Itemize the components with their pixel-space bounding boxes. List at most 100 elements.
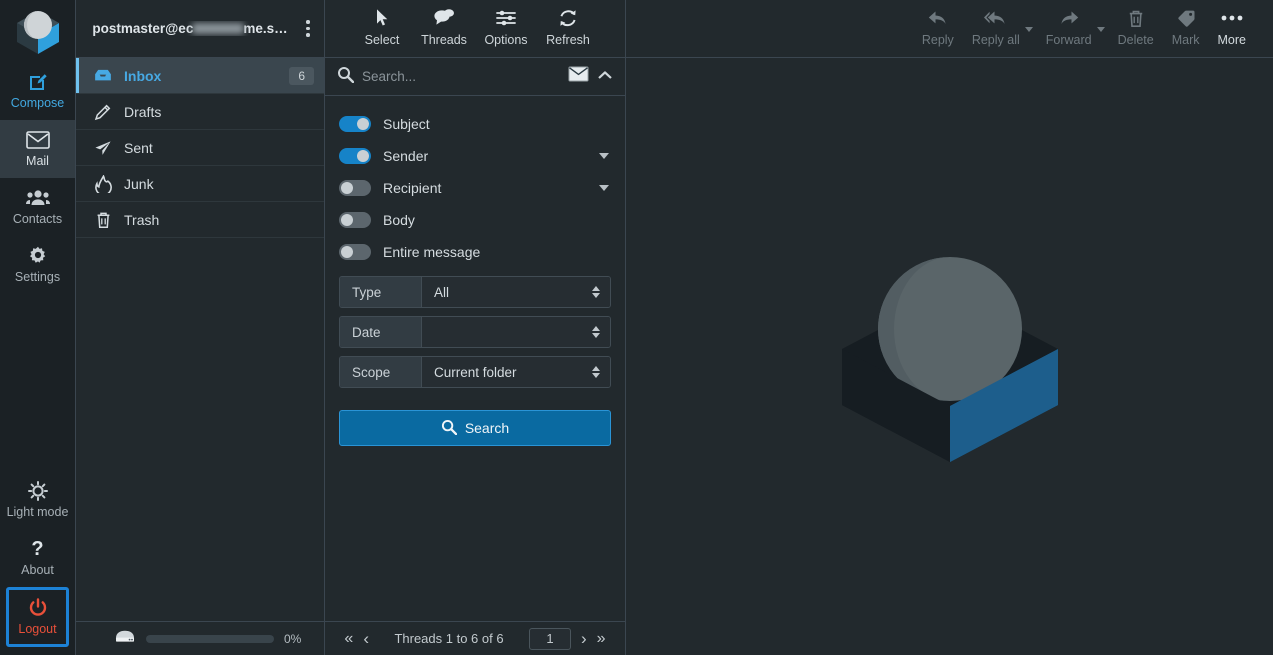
reply-icon — [927, 6, 949, 30]
reply-button-label: Reply — [921, 33, 954, 47]
inbox-icon — [94, 68, 112, 83]
sidebar-item-contacts[interactable]: Contacts — [0, 178, 75, 236]
paper-plane-icon — [94, 139, 112, 157]
sidebar-item-label-about: About — [21, 563, 54, 577]
first-page-icon[interactable]: « — [344, 630, 353, 647]
sidebar-item-about[interactable]: ? About — [0, 529, 75, 587]
search-toggle-sender[interactable]: Sender — [339, 140, 611, 172]
sidebar-item-label-settings: Settings — [14, 270, 61, 284]
reply-button[interactable]: Reply — [913, 6, 963, 47]
toggle-switch-recipient[interactable] — [339, 180, 371, 196]
sidebar-item-mail[interactable]: Mail — [0, 120, 75, 178]
search-icon-submit — [441, 419, 458, 438]
cursor-arrow-icon — [375, 6, 390, 30]
search-select-date[interactable]: Date — [339, 316, 611, 348]
search-toggle-entire-message[interactable]: Entire message — [339, 236, 611, 268]
toggle-switch-sender[interactable] — [339, 148, 371, 164]
toggle-switch-subject[interactable] — [339, 116, 371, 132]
options-button[interactable]: Options — [475, 6, 537, 47]
taskbar-spacer — [0, 294, 75, 471]
search-toggle-label-sender: Sender — [383, 148, 429, 164]
account-header: postmaster@ec me.s… — [76, 0, 324, 58]
search-select-label-type: Type — [340, 277, 422, 307]
more-button[interactable]: More — [1209, 6, 1255, 47]
search-select-value-scope[interactable]: Current folder — [422, 357, 610, 387]
search-toggle-label-subject: Subject — [383, 116, 430, 132]
search-toggle-label-recipient: Recipient — [383, 180, 442, 196]
folder-label-inbox: Inbox — [124, 67, 162, 84]
folder-item-trash[interactable]: Trash — [76, 202, 324, 238]
search-select-scope[interactable]: Scope Current folder — [339, 356, 611, 388]
sidebar-item-settings[interactable]: Settings — [0, 236, 75, 294]
folder-pane: postmaster@ec me.s… Inbox 6 Drafts Sent … — [76, 0, 325, 655]
page-number-input[interactable] — [529, 627, 571, 650]
trash-icon — [94, 211, 112, 229]
threads-button-label: Threads — [421, 33, 467, 47]
folder-label-sent: Sent — [124, 139, 153, 156]
search-select-type[interactable]: Type All — [339, 276, 611, 308]
toggle-switch-entire-message[interactable] — [339, 244, 371, 260]
refresh-button[interactable]: Refresh — [537, 6, 599, 47]
search-select-label-date: Date — [340, 317, 422, 347]
reply-all-button[interactable]: Reply all — [963, 6, 1029, 47]
search-select-text-scope: Current folder — [434, 364, 517, 380]
folder-item-inbox[interactable]: Inbox 6 — [76, 58, 324, 94]
search-select-value-type[interactable]: All — [422, 277, 610, 307]
sidebar-item-logout[interactable]: Logout — [9, 590, 66, 644]
search-icon — [337, 66, 355, 88]
sidebar-item-label-mail: Mail — [26, 154, 49, 168]
compose-pencil-icon — [27, 71, 49, 93]
folder-badge-inbox: 6 — [289, 66, 314, 85]
sidebar-item-label-contacts: Contacts — [12, 212, 63, 226]
toggle-switch-body[interactable] — [339, 212, 371, 228]
last-page-icon[interactable]: » — [597, 630, 606, 647]
folder-label-trash: Trash — [124, 211, 160, 228]
select-button[interactable]: Select — [351, 6, 413, 47]
mark-button[interactable]: Mark — [1163, 6, 1209, 47]
roundcube-logo-icon — [0, 0, 75, 62]
sidebar-item-light-mode[interactable]: Light mode — [0, 471, 75, 529]
quota-progress-bar — [146, 634, 274, 643]
search-scope-envelope-icon[interactable] — [568, 66, 589, 87]
forward-button[interactable]: Forward — [1037, 6, 1101, 47]
search-options-panel: Subject Sender Recipient Body Entire mes… — [325, 96, 625, 621]
chevron-up-icon[interactable] — [597, 68, 613, 86]
kebab-menu-icon[interactable] — [300, 20, 316, 37]
search-toggle-label-entire-message: Entire message — [383, 244, 481, 260]
threads-button[interactable]: Threads — [413, 6, 475, 47]
search-select-text-type: All — [434, 284, 450, 300]
gear-icon — [28, 245, 48, 267]
folder-item-sent[interactable]: Sent — [76, 130, 324, 166]
select-stepper-icon-date — [592, 326, 600, 338]
search-toggle-recipient[interactable]: Recipient — [339, 172, 611, 204]
search-input[interactable] — [362, 69, 560, 84]
sidebar-item-compose[interactable]: Compose — [0, 62, 75, 120]
folder-label-drafts: Drafts — [124, 103, 162, 120]
mark-button-label: Mark — [1171, 33, 1200, 47]
search-toggle-label-body: Body — [383, 212, 415, 228]
sliders-icon — [495, 6, 517, 30]
disk-quota-icon — [114, 628, 136, 649]
quota-footer: 0% — [76, 621, 324, 655]
search-select-value-date[interactable] — [422, 317, 610, 347]
contacts-people-icon — [25, 187, 50, 209]
delete-button[interactable]: Delete — [1109, 6, 1163, 47]
folder-item-junk[interactable]: Junk — [76, 166, 324, 202]
prev-page-icon[interactable]: ‹ — [363, 630, 369, 647]
refresh-button-label: Refresh — [546, 33, 590, 47]
chevron-down-icon-recipient[interactable] — [599, 185, 609, 191]
folder-item-drafts[interactable]: Drafts — [76, 94, 324, 130]
account-email-redacted — [192, 23, 245, 34]
search-submit-label: Search — [464, 420, 510, 436]
sun-icon — [27, 480, 48, 502]
content-watermark — [626, 58, 1273, 655]
next-page-icon[interactable]: › — [581, 630, 587, 647]
search-bar — [325, 58, 625, 96]
search-toggle-body[interactable]: Body — [339, 204, 611, 236]
question-mark-icon: ? — [31, 538, 44, 560]
search-toggle-subject[interactable]: Subject — [339, 108, 611, 140]
pencil-icon — [94, 103, 112, 121]
sidebar-item-label-logout: Logout — [18, 622, 57, 636]
chevron-down-icon-sender[interactable] — [599, 153, 609, 159]
search-submit-button[interactable]: Search — [339, 410, 611, 446]
